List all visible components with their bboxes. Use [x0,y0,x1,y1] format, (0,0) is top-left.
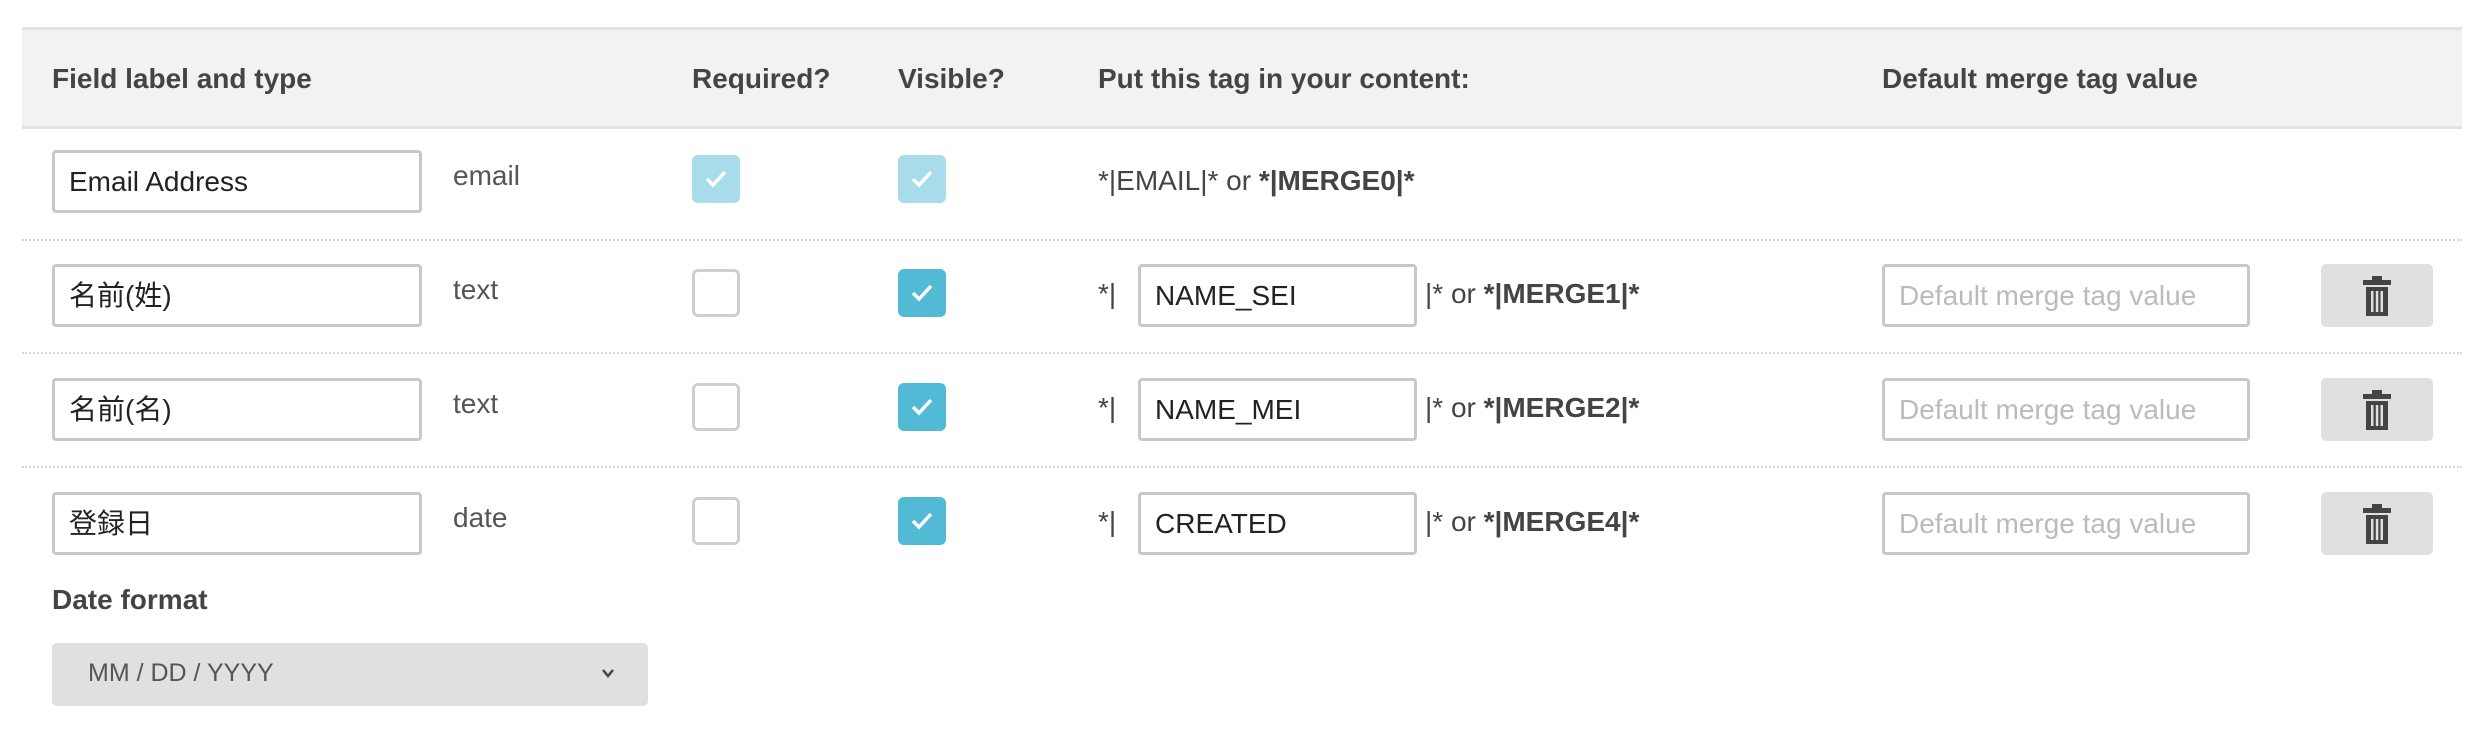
trash-icon [2363,276,2391,316]
header-tag: Put this tag in your content: [1098,63,1470,94]
tag-open: *| [1098,278,1117,309]
chevron-down-icon [602,669,614,678]
default-value-input[interactable]: Default merge tag value [1882,264,2250,327]
merge-tag-text: |* or *|MERGE1|* [1425,278,1639,310]
merge-alias: *|MERGE2|* [1483,392,1640,423]
merge-tag-text: |* or *|MERGE2|* [1425,392,1639,424]
required-checkbox[interactable] [692,497,740,545]
trash-icon [2363,390,2391,430]
header-default: Default merge tag value [1882,63,2198,94]
field-label-input[interactable]: 登録日 [52,492,422,555]
field-type: text [453,274,499,305]
field-type: email [453,160,520,191]
merge-alias: *|MERGE0|* [1258,165,1415,196]
field-type: date [453,502,508,533]
merge-tag-input[interactable]: CREATED [1138,492,1417,555]
row-divider [22,352,2462,354]
delete-field-button[interactable] [2321,492,2433,555]
required-checkbox [692,155,740,203]
row-divider [22,466,2462,468]
date-format-label: Date format [52,584,208,615]
merge-tag-text: *|EMAIL|* or *|MERGE0|* [1098,165,1415,197]
merge-alias: *|MERGE1|* [1483,278,1640,309]
field-label-input[interactable]: Email Address [52,150,422,213]
tag-prefix: *|EMAIL|* or [1098,165,1259,196]
trash-icon [2363,504,2391,544]
default-value-input[interactable]: Default merge tag value [1882,492,2250,555]
field-type: text [453,388,499,419]
date-format-value: MM / DD / YYYY [88,659,274,687]
required-checkbox[interactable] [692,383,740,431]
visible-checkbox[interactable] [898,269,946,317]
merge-tag-input[interactable]: NAME_SEI [1138,264,1417,327]
tag-open: *| [1098,506,1117,537]
table-header: Field label and type Required? Visible? … [22,27,2462,129]
row-divider [22,239,2462,241]
default-value-input[interactable]: Default merge tag value [1882,378,2250,441]
merge-tag-text: |* or *|MERGE4|* [1425,506,1639,538]
field-label-input[interactable]: 名前(姓) [52,264,422,327]
visible-checkbox[interactable] [898,383,946,431]
date-format-select[interactable]: MM / DD / YYYY [52,643,648,706]
tag-open: *| [1098,392,1117,423]
header-visible: Visible? [898,63,1005,94]
tag-close: |* or [1425,506,1484,537]
tag-close: |* or [1425,392,1484,423]
header-required: Required? [692,63,831,94]
merge-tag-input[interactable]: NAME_MEI [1138,378,1417,441]
delete-field-button[interactable] [2321,378,2433,441]
required-checkbox[interactable] [692,269,740,317]
header-field-label: Field label and type [52,63,312,94]
visible-checkbox[interactable] [898,497,946,545]
tag-close: |* or [1425,278,1484,309]
field-label-input[interactable]: 名前(名) [52,378,422,441]
merge-alias: *|MERGE4|* [1483,506,1640,537]
delete-field-button[interactable] [2321,264,2433,327]
visible-checkbox [898,155,946,203]
